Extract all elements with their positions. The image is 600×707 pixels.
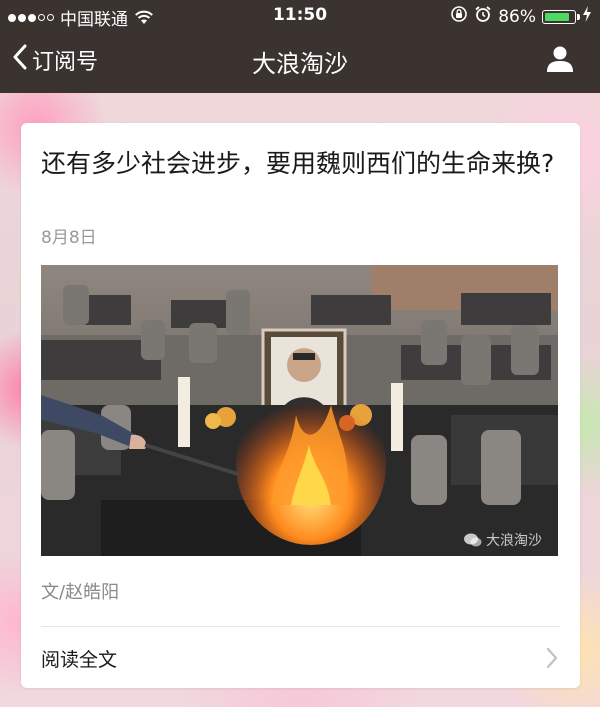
article-cover-image[interactable]: 大浪淘沙 [41,265,558,556]
battery-icon [542,9,580,24]
profile-button[interactable] [546,45,574,77]
person-icon [546,46,574,77]
wechat-icon [464,533,482,547]
article-author: 文/赵皓阳 [41,582,120,603]
alarm-icon [474,5,492,28]
article-date: 8月8日 [41,228,97,248]
charging-icon [582,6,592,27]
top-bar: 中国联通 11:50 86% 订阅号 大浪淘沙 [0,0,600,93]
read-full-article-button[interactable]: 阅读全文 [21,627,580,688]
article-title[interactable]: 还有多少社会进步，要用魏则西们的生命来换? [41,145,561,183]
status-bar: 中国联通 11:50 86% [0,0,600,30]
battery-fill [545,12,570,21]
rotation-lock-icon [450,5,468,28]
cover-watermark: 大浪淘沙 [464,530,542,550]
nav-bar: 订阅号 大浪淘沙 [0,30,600,93]
chevron-right-icon [546,647,558,673]
read-full-article-label: 阅读全文 [41,649,118,671]
battery-percent: 86% [498,6,536,27]
page-title: 大浪淘沙 [252,50,348,78]
status-bar-right: 86% [450,5,592,28]
article-card[interactable]: 还有多少社会进步，要用魏则西们的生命来换? 8月8日 大浪淘沙 文/赵皓阳 阅读… [21,123,580,688]
watermark-text: 大浪淘沙 [486,533,542,549]
